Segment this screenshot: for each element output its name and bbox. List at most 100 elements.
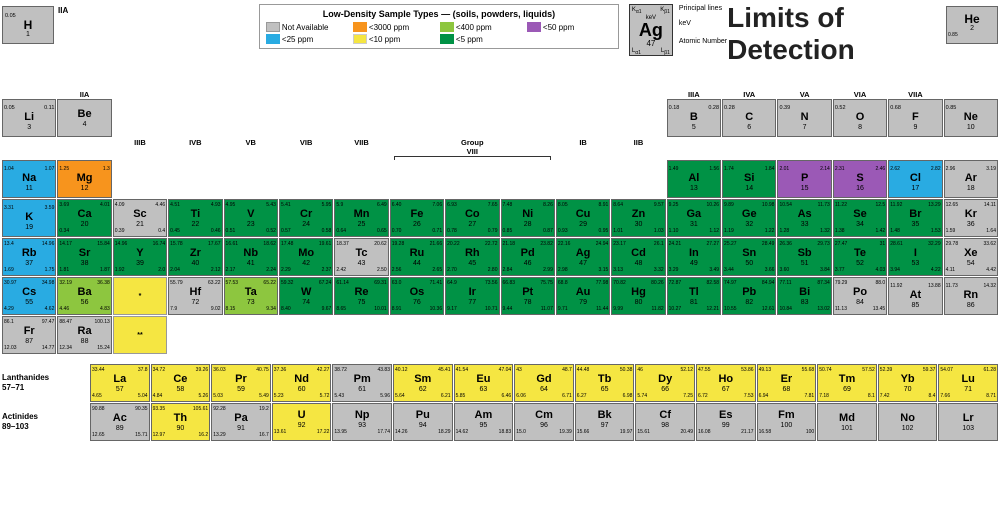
lanthanides-label: Lanthanides 57–71: [2, 373, 90, 394]
legend-item-10: <10 ppm: [353, 34, 438, 44]
element-Lr: Lr 103: [938, 403, 998, 441]
element-Mo: 17.4819.61 Mo 42 2.292.37: [279, 238, 333, 276]
element-Ir: 64.973.56 Ir 77 9.1710.71: [445, 277, 499, 315]
element-Sc: 4.094.46 Sc 21 0.390.4: [113, 199, 167, 237]
element-Ni: 7.488.26 Ni 28 0.850.87: [501, 199, 555, 237]
actinides-label: Actinides 89–103: [2, 412, 90, 433]
element-At: 11.9213.88 At 85: [888, 277, 942, 315]
element-Zn: 8.649.57 Zn 30 1.011.03: [611, 199, 665, 237]
element-Er: 49.1355.68 Er 68 6.947.81: [757, 364, 817, 402]
element-Co: 6.937.65 Co 27 0.780.79: [445, 199, 499, 237]
element-Ag: 22.1624.94 Ag 47 2.983.15: [556, 238, 610, 276]
element-U: U 92 13.6117.22: [272, 403, 332, 441]
element-V: 4.955.43 V 23 0.510.52: [224, 199, 278, 237]
element-Ba: 32.1936.38 Ba 56 4.464.83: [57, 277, 111, 315]
element-Kr: 12.6514.11 Kr 36 1.591.64: [944, 199, 998, 237]
element-In: 24.2127.27 In 49 3.293.49: [667, 238, 721, 276]
element-Ru: 19.2821.66 Ru 44 2.562.65: [390, 238, 444, 276]
element-Dy: 4652.12 Dy 66 5.747.25: [635, 364, 695, 402]
element-Rb: 13.414.96 Rb 37 1.691.75: [2, 238, 56, 276]
element-Ca: 3.694.01 Ca 20 0.34: [57, 199, 111, 237]
element-Na: 1.041.07 Na 11: [2, 160, 56, 198]
element-Cr: 5.415.95 Cr 24 0.570.58: [279, 199, 333, 237]
element-Ga: 9.2510.26 Ga 31 1.101.12: [667, 199, 721, 237]
element-Pb: 74.9784.94 Pb 82 10.5512.61: [722, 277, 776, 315]
legend-item-400: <400 ppm: [440, 22, 525, 32]
element-Ti: 4.514.93 Ti 22 0.450.46: [168, 199, 222, 237]
legend-item-na: Not Available: [266, 22, 351, 32]
element-P: 2.012.14 P 15: [777, 160, 831, 198]
element-Cu: 8.058.91 Cu 29 0.930.95: [556, 199, 610, 237]
element-Ne: 0.85 Ne 10: [944, 99, 998, 137]
element-Ge: 9.8910.98 Ge 32 1.191.22: [722, 199, 776, 237]
element-Cd: 23.1726.1 Cd 48 3.133.32: [611, 238, 665, 276]
element-Md: Md 101: [817, 403, 877, 441]
legend-box: Low-Density Sample Types — (soils, powde…: [259, 4, 619, 49]
element-H: 0.05 H 1: [2, 6, 54, 44]
element-Tl: 72.8782.58 Tl 81 10.2712.21: [667, 277, 721, 315]
element-La: 33.4437.8 La 57 4.655.04: [90, 364, 150, 402]
element-Re: 61.1469.31 Re 75 8.6510.01: [334, 277, 388, 315]
legend-title: Low-Density Sample Types — (soils, powde…: [266, 9, 612, 19]
element-Nd: 37.3642.27 Nd 60 5.235.72: [272, 364, 332, 402]
element-Gd: 4348.7 Gd 64 6.066.71: [514, 364, 574, 402]
element-He: He 2 0.85: [946, 6, 998, 44]
element-Si: 1.741.84 Si 14: [722, 160, 776, 198]
periodic-table: IIA IIIA IVA VA VIA VIIA 0.050.11 Li 3 B…: [0, 90, 1000, 441]
legend-item-50: <50 ppm: [527, 22, 612, 32]
element-Nb: 16.6118.62 Nb 41 2.172.24: [224, 238, 278, 276]
element-Pu: Pu 94 14.2618.29: [393, 403, 453, 441]
legend-item-25: <25 ppm: [266, 34, 351, 44]
element-Au: 68.877.98 Au 79 9.7111.44: [556, 277, 610, 315]
element-Fm: Fm 100 16.58100: [757, 403, 817, 441]
element-Zr: 15.7817.67 Zr 40 2.042.12: [168, 238, 222, 276]
element-Pa: 92.2819.2 Pa 91 13.2916.7: [211, 403, 271, 441]
element-Hf: 55.7963.22 Hf 72 7.99.02: [168, 277, 222, 315]
element-Sm: 40.1245.41 Sm 62 5.646.21: [393, 364, 453, 402]
element-Es: Es 99 16.0821.17: [696, 403, 756, 441]
element-Am: Am 95 14.6218.83: [454, 403, 514, 441]
element-W: 59.3267.24 W 74 8.409.67: [279, 277, 333, 315]
element-Cm: Cm 96 15.019.39: [514, 403, 574, 441]
element-Hg: 70.8280.26 Hg 80 9.9911.82: [611, 277, 665, 315]
element-Bk: Bk 97 15.6619.97: [575, 403, 635, 441]
element-O: 0.52 O 8: [833, 99, 887, 137]
page-title: Limits of Detection: [727, 2, 946, 66]
element-Te: 27.4731 Te 52 3.774.03: [833, 238, 887, 276]
element-Li: 0.050.11 Li 3: [2, 99, 56, 137]
element-Fe: 6.407.06 Fe 26 0.700.71: [390, 199, 444, 237]
element-Th: 93.35105.61 Th 90 12.9716.2: [151, 403, 211, 441]
legend-item-3000: <3000 ppm: [353, 22, 438, 32]
element-Fr: 86.197.47 Fr 87 12.0314.77: [2, 316, 56, 354]
element-Rn: 11.7314.32 Rn 86: [944, 277, 998, 315]
element-Ta: 57.5365.22 Ta 73 8.159.34: [224, 277, 278, 315]
element-Be: Be 4: [57, 99, 111, 137]
symbol-diagram: Kα1Kβ1 keV Ag 47 Lα1Lβ1 Principal lines …: [629, 4, 727, 56]
element-Tc: 18.3720.62 Tc 43 2.422.50: [334, 238, 388, 276]
element-Mg: 1.251.3 Mg 12: [57, 160, 111, 198]
element-Se: 11.2212.5 Se 34 1.381.42: [833, 199, 887, 237]
element-Sn: 25.2728.49 Sn 50 3.443.66: [722, 238, 776, 276]
element-As: 10.5411.73 As 33 1.281.32: [777, 199, 831, 237]
element-I: 28.6132.29 I 53 3.944.22: [888, 238, 942, 276]
element-Pm: 38.7243.83 Pm 61 5.435.96: [332, 364, 392, 402]
element-Tb: 44.4850.38 Tb 65 6.276.98: [575, 364, 635, 402]
element-Cl: 2.622.82 Cl 17: [888, 160, 942, 198]
element-Cf: Cf 98 15.6120.49: [635, 403, 695, 441]
element-Al: 1.491.56 Al 13: [667, 160, 721, 198]
element-Ho: 47.5553.86 Ho 67 6.727.53: [696, 364, 756, 402]
element-Os: 63.071.41 Os 76 8.9110.36: [390, 277, 444, 315]
element-No: No 102: [878, 403, 938, 441]
element-F: 0.68 F 9: [888, 99, 942, 137]
element-N: 0.39 N 7: [777, 99, 831, 137]
legend-item-5: <5 ppm: [440, 34, 525, 44]
element-Br: 11.9213.29 Br 35 1.481.53: [888, 199, 942, 237]
element-Xe: 29.7833.62 Xe 54 4.114.42: [944, 238, 998, 276]
element-Lu: 54.0761.28 Lu 71 7.668.71: [938, 364, 998, 402]
element-Mn: 5.96.49 Mn 25 0.640.65: [334, 199, 388, 237]
element-Po: 79.2988.0 Po 84 11.1313.45: [833, 277, 887, 315]
element-Pt: 66.8375.75 Pt 78 9.4411.07: [501, 277, 555, 315]
element-K: 3.313.59 K 19: [2, 199, 56, 237]
element-B: 0.180.28 B 5: [667, 99, 721, 137]
element-Rh: 20.2222.72 Rh 45 2.702.80: [445, 238, 499, 276]
